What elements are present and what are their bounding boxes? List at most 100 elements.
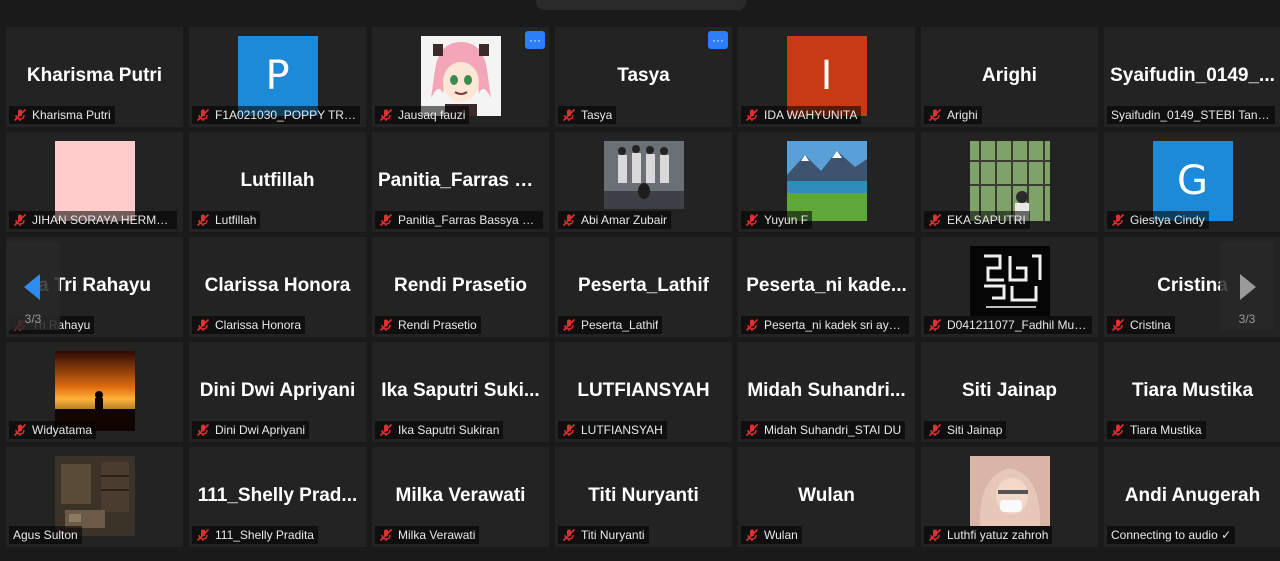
participant-avatar: G — [1152, 141, 1233, 221]
participant-name: Milka Verawati — [398, 528, 476, 542]
participant-tile[interactable]: Arighi Arighi — [921, 27, 1098, 127]
participant-name-label: JIHAN SORAYA HERMAW... — [9, 211, 177, 229]
participant-tile[interactable]: JIHAN SORAYA HERMAW... — [6, 132, 183, 232]
participant-tile[interactable]: G Giestya Cindy — [1104, 132, 1280, 232]
participant-tile[interactable]: D041211077_Fadhil Mufli... — [921, 237, 1098, 337]
participant-tile[interactable]: Panitia_Farras B... Panitia_Farras Bassy… — [372, 132, 549, 232]
participant-display-name: Panitia_Farras B... — [378, 170, 544, 191]
muted-mic-icon — [928, 528, 942, 542]
muted-mic-icon — [13, 213, 27, 227]
participant-tile[interactable]: Syaifudin_0149_... Syaifudin_0149_STEBI T… — [1104, 27, 1280, 127]
previous-page-button[interactable]: 3/3 — [6, 242, 60, 330]
participant-tile[interactable]: Rendi Prasetio Rendi Prasetio — [372, 237, 549, 337]
muted-mic-icon — [562, 213, 576, 227]
participant-tile[interactable]: Peserta_Lathif Peserta_Lathif — [555, 237, 732, 337]
participant-name: Dini Dwi Apriyani — [215, 423, 306, 437]
participant-tile[interactable]: Peserta_ni kade... Peserta_ni kadek sri … — [738, 237, 915, 337]
participant-name-label: F1A021030_POPPY TRI W... — [192, 106, 360, 124]
participant-avatar — [54, 141, 135, 221]
muted-mic-icon — [196, 108, 210, 122]
participant-tile[interactable]: Titi Nuryanti Titi Nuryanti — [555, 447, 732, 547]
participant-avatar — [603, 141, 684, 221]
participant-tile[interactable]: Yuyun F — [738, 132, 915, 232]
participant-tile[interactable]: Ika Saputri Suki... Ika Saputri Sukiran — [372, 342, 549, 442]
gallery-grid: Kharisma Putri Kharisma Putri P F1A021030… — [6, 27, 1280, 547]
participant-tile[interactable]: Wulan Wulan — [738, 447, 915, 547]
participant-tile[interactable]: Midah Suhandri... Midah Suhandri_STAI DU — [738, 342, 915, 442]
participant-name-label: D041211077_Fadhil Mufli... — [924, 316, 1092, 334]
participant-display-name: Wulan — [798, 485, 855, 506]
participant-tile[interactable]: Tasya ··· Tasya — [555, 27, 732, 127]
participant-tile[interactable]: Tiara Mustika Tiara Mustika — [1104, 342, 1280, 442]
participant-name: Peserta_Lathif — [581, 318, 659, 332]
participant-display-name: 111_Shelly Prad... — [197, 485, 358, 506]
participant-tile[interactable]: I IDA WAHYUNITA — [738, 27, 915, 127]
participant-name: Widyatama — [32, 423, 93, 437]
participant-tile[interactable]: Luthfi yatuz zahroh — [921, 447, 1098, 547]
participant-tile[interactable]: Abi Amar Zubair — [555, 132, 732, 232]
participant-name: Syaifudin_0149_STEBI Tangg... — [1111, 108, 1271, 122]
participant-tile[interactable]: Widyatama — [6, 342, 183, 442]
participant-name-label: Connecting to audio ✓ — [1107, 526, 1236, 544]
participant-tile[interactable]: Kharisma Putri Kharisma Putri — [6, 27, 183, 127]
next-page-button[interactable]: 3/3 — [1220, 242, 1274, 330]
participant-tile[interactable]: 111_Shelly Prad... 111_Shelly Pradita — [189, 447, 366, 547]
participant-tile[interactable]: Dini Dwi Apriyani Dini Dwi Apriyani — [189, 342, 366, 442]
more-options-button[interactable]: ··· — [708, 31, 728, 49]
muted-mic-icon — [13, 423, 27, 437]
participant-name-label: LUTFIANSYAH — [558, 421, 667, 439]
participant-display-name: Siti Jainap — [961, 380, 1058, 401]
muted-mic-icon — [1111, 423, 1125, 437]
muted-mic-icon — [562, 108, 576, 122]
participant-name: Lutfillah — [215, 213, 257, 227]
participant-avatar — [786, 141, 867, 221]
participant-name-label: Rendi Prasetio — [375, 316, 481, 334]
more-options-button[interactable]: ··· — [525, 31, 545, 49]
participant-name-label: Agus Sulton — [9, 526, 82, 544]
participant-tile[interactable]: EKA SAPUTRI — [921, 132, 1098, 232]
participant-name: 111_Shelly Pradita — [215, 528, 314, 542]
participant-name-label: Milka Verawati — [375, 526, 480, 544]
muted-mic-icon — [745, 528, 759, 542]
participant-name-label: Lutfillah — [192, 211, 261, 229]
participant-name: Cristina — [1130, 318, 1171, 332]
participant-display-name: Lutfillah — [240, 170, 315, 191]
participant-tile[interactable]: Siti Jainap Siti Jainap — [921, 342, 1098, 442]
participant-name: Titi Nuryanti — [581, 528, 645, 542]
muted-mic-icon — [196, 528, 210, 542]
participant-name-label: Siti Jainap — [924, 421, 1007, 439]
muted-mic-icon — [379, 108, 393, 122]
participant-name: Panitia_Farras Bassya Pri... — [398, 213, 539, 227]
participant-name: Kharisma Putri — [32, 108, 111, 122]
participant-name: Connecting to audio ✓ — [1111, 528, 1232, 542]
participant-tile[interactable]: ··· Jausaq fauzi — [372, 27, 549, 127]
participant-tile[interactable]: Clarissa Honora Clarissa Honora — [189, 237, 366, 337]
arrow-left-icon — [24, 274, 40, 300]
participant-display-name: Peserta_ni kade... — [746, 275, 907, 296]
top-toolbar-tab[interactable] — [536, 0, 746, 10]
muted-mic-icon — [745, 213, 759, 227]
muted-mic-icon — [379, 423, 393, 437]
participant-display-name: Kharisma Putri — [26, 65, 163, 86]
participant-avatar — [969, 456, 1050, 536]
participant-name: Clarissa Honora — [215, 318, 302, 332]
participant-display-name: Andi Anugerah — [1124, 485, 1261, 506]
participant-tile[interactable]: Lutfillah Lutfillah — [189, 132, 366, 232]
participant-name-label: Tasya — [558, 106, 617, 124]
muted-mic-icon — [196, 213, 210, 227]
participant-tile[interactable]: Milka Verawati Milka Verawati — [372, 447, 549, 547]
participant-name-label: Dini Dwi Apriyani — [192, 421, 310, 439]
participant-name-label: Titi Nuryanti — [558, 526, 649, 544]
participant-name: Yuyun F — [764, 213, 809, 227]
participant-avatar: I — [786, 36, 867, 116]
participant-tile[interactable]: LUTFIANSYAH LUTFIANSYAH — [555, 342, 732, 442]
participant-display-name: Arighi — [982, 65, 1037, 86]
participant-name-label: Arighi — [924, 106, 982, 124]
participant-tile[interactable]: Agus Sulton — [6, 447, 183, 547]
participant-name: LUTFIANSYAH — [581, 423, 663, 437]
participant-tile[interactable]: Andi Anugerah Connecting to audio ✓ — [1104, 447, 1280, 547]
participant-name: Arighi — [947, 108, 978, 122]
participant-name: Abi Amar Zubair — [581, 213, 668, 227]
participant-tile[interactable]: P F1A021030_POPPY TRI W... — [189, 27, 366, 127]
participant-name: F1A021030_POPPY TRI W... — [215, 108, 356, 122]
